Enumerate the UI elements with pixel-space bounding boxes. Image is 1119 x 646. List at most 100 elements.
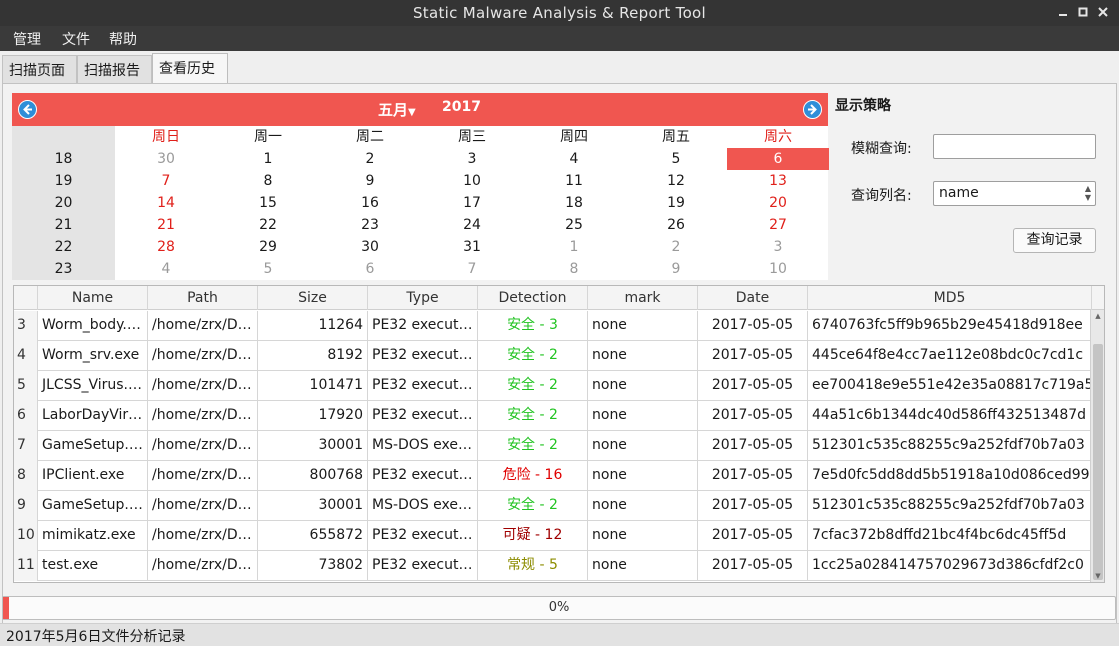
table-row[interactable]: 6 LaborDayVir…/home/zrx/D… 17920 PE32 execu… bbox=[14, 401, 1092, 431]
calendar-day[interactable]: 31 bbox=[421, 236, 523, 258]
calendar-day[interactable]: 28 bbox=[115, 236, 217, 258]
calendar-day[interactable]: 14 bbox=[115, 192, 217, 214]
table-row[interactable]: 5 JLCSS_Virus.…/home/zrx/D… 101471 PE32 exe… bbox=[14, 371, 1092, 401]
calendar-day[interactable]: 7 bbox=[115, 170, 217, 192]
calendar-day[interactable]: 25 bbox=[523, 214, 625, 236]
tab-scan-page[interactable]: 扫描页面 bbox=[2, 55, 77, 83]
cell-path: /home/zrx/D… bbox=[148, 461, 258, 491]
maximize-icon[interactable] bbox=[1075, 5, 1091, 21]
calendar-day[interactable]: 30 bbox=[319, 236, 421, 258]
calendar-day[interactable]: 3 bbox=[421, 148, 523, 170]
calendar-day[interactable]: 26 bbox=[625, 214, 727, 236]
calendar-day[interactable]: 7 bbox=[421, 258, 523, 280]
minimize-icon[interactable] bbox=[1055, 5, 1071, 21]
table-row[interactable]: 11 test.exe/home/zrx/D… 73802 PE32 execut… 常… bbox=[14, 551, 1092, 581]
table-row[interactable]: 3 Worm_body.…/home/zrx/D… 11264 PE32 execut… bbox=[14, 311, 1092, 341]
cell-path: /home/zrx/D… bbox=[148, 551, 258, 581]
column-header-type[interactable]: Type bbox=[368, 286, 478, 310]
calendar-day[interactable]: 3 bbox=[727, 236, 829, 258]
left-arrow-icon[interactable] bbox=[18, 100, 37, 119]
table-row[interactable]: 10 mimikatz.exe/home/zrx/D… 655872 PE32 exe… bbox=[14, 521, 1092, 551]
right-arrow-icon[interactable] bbox=[803, 100, 822, 119]
cell-date: 2017-05-05 bbox=[698, 371, 808, 401]
calendar-day[interactable]: 21 bbox=[115, 214, 217, 236]
calendar-day[interactable]: 19 bbox=[625, 192, 727, 214]
calendar-day[interactable]: 9 bbox=[625, 258, 727, 280]
calendar-day[interactable]: 6 bbox=[727, 148, 829, 170]
calendar-day[interactable]: 30 bbox=[115, 148, 217, 170]
menu-file[interactable]: 文件 bbox=[62, 29, 90, 49]
calendar-day[interactable]: 1 bbox=[523, 236, 625, 258]
calendar-day[interactable]: 29 bbox=[217, 236, 319, 258]
cell-type: PE32 execut… bbox=[368, 341, 478, 371]
calendar-day[interactable]: 18 bbox=[523, 192, 625, 214]
cell-type: PE32 execut… bbox=[368, 521, 478, 551]
calendar-day[interactable]: 4 bbox=[523, 148, 625, 170]
calendar-day[interactable]: 12 bbox=[625, 170, 727, 192]
calendar-day[interactable]: 10 bbox=[421, 170, 523, 192]
calendar-day[interactable]: 16 bbox=[319, 192, 421, 214]
calendar-day[interactable]: 8 bbox=[523, 258, 625, 280]
row-number: 11 bbox=[14, 551, 38, 581]
year-label[interactable]: 2017 bbox=[442, 99, 481, 115]
calendar-day[interactable]: 2 bbox=[319, 148, 421, 170]
cell-type: PE32 execut… bbox=[368, 371, 478, 401]
tab-scan-report[interactable]: 扫描报告 bbox=[77, 55, 152, 83]
calendar-day[interactable]: 11 bbox=[523, 170, 625, 192]
calendar-day[interactable]: 24 bbox=[421, 214, 523, 236]
status-text: 2017年5月6日文件分析记录 bbox=[6, 629, 186, 645]
cell-path: /home/zrx/D… bbox=[148, 491, 258, 521]
cell-name: Worm_srv.exe bbox=[38, 341, 148, 371]
table-row[interactable]: 9 GameSetup.…/home/zrx/D… 30001 MS-DOS exe…… bbox=[14, 491, 1092, 521]
calendar-day[interactable]: 5 bbox=[625, 148, 727, 170]
calendar-day[interactable]: 8 bbox=[217, 170, 319, 192]
cell-md5: 44a51c6b1344dc40d586ff432513487d bbox=[808, 401, 1092, 431]
column-header-path[interactable]: Path bbox=[148, 286, 258, 310]
row-number: 7 bbox=[14, 431, 38, 461]
calendar-day[interactable]: 17 bbox=[421, 192, 523, 214]
query-records-button[interactable]: 查询记录 bbox=[1013, 228, 1096, 253]
scroll-down-icon[interactable]: ▼ bbox=[1091, 570, 1104, 582]
calendar-day[interactable]: 22 bbox=[217, 214, 319, 236]
column-header-name[interactable]: Name bbox=[38, 286, 148, 310]
window-title: Static Malware Analysis & Report Tool bbox=[412, 4, 707, 22]
column-header-date[interactable]: Date bbox=[698, 286, 808, 310]
table-header: Name Path Size Type Detection mark Date MD5 bbox=[14, 286, 1104, 310]
calendar-day[interactable]: 9 bbox=[319, 170, 421, 192]
calendar-day[interactable]: 20 bbox=[727, 192, 829, 214]
fuzzy-query-input[interactable] bbox=[933, 134, 1096, 159]
calendar-day[interactable]: 1 bbox=[217, 148, 319, 170]
column-header-detection[interactable]: Detection bbox=[478, 286, 588, 310]
scroll-up-icon[interactable]: ▲ bbox=[1091, 310, 1104, 322]
tab-view-history[interactable]: 查看历史 bbox=[152, 53, 228, 84]
column-name-select[interactable]: name ▲ ▼ bbox=[933, 181, 1096, 206]
cell-detection: 安全 - 2 bbox=[478, 431, 588, 461]
calendar-day[interactable]: 10 bbox=[727, 258, 829, 280]
column-header-size[interactable]: Size bbox=[258, 286, 368, 310]
menu-help[interactable]: 帮助 bbox=[109, 29, 137, 49]
calendar-day[interactable]: 27 bbox=[727, 214, 829, 236]
calendar-day[interactable]: 6 bbox=[319, 258, 421, 280]
month-selector[interactable]: 五月▼ bbox=[378, 99, 416, 120]
row-number: 10 bbox=[14, 521, 38, 551]
calendar-day[interactable]: 5 bbox=[217, 258, 319, 280]
week-number: 19 bbox=[54, 173, 73, 189]
calendar-day[interactable]: 15 bbox=[217, 192, 319, 214]
cell-detection: 安全 - 3 bbox=[478, 311, 588, 341]
calendar-day[interactable]: 23 bbox=[319, 214, 421, 236]
vertical-scrollbar[interactable]: ▲ ▼ bbox=[1090, 310, 1104, 582]
column-name-label: 查询列名: bbox=[851, 188, 912, 204]
table-row[interactable]: 7 GameSetup.…/home/zrx/D… 30001 MS-DOS exe…… bbox=[14, 431, 1092, 461]
calendar-day[interactable]: 4 bbox=[115, 258, 217, 280]
week-number: 22 bbox=[54, 239, 73, 255]
table-row[interactable]: 4 Worm_srv.exe/home/zrx/D… 8192 PE32 execut… bbox=[14, 341, 1092, 371]
column-header-mark[interactable]: mark bbox=[588, 286, 698, 310]
calendar-day[interactable]: 2 bbox=[625, 236, 727, 258]
column-header-md5[interactable]: MD5 bbox=[808, 286, 1092, 310]
calendar-day[interactable]: 13 bbox=[727, 170, 829, 192]
close-icon[interactable] bbox=[1095, 5, 1111, 21]
scroll-thumb[interactable] bbox=[1093, 344, 1103, 580]
progress-text: 0% bbox=[548, 600, 570, 615]
table-row[interactable]: 8 IPClient.exe/home/zrx/D… 800768 PE32 exec… bbox=[14, 461, 1092, 491]
menu-manage[interactable]: 管理 bbox=[13, 29, 41, 49]
